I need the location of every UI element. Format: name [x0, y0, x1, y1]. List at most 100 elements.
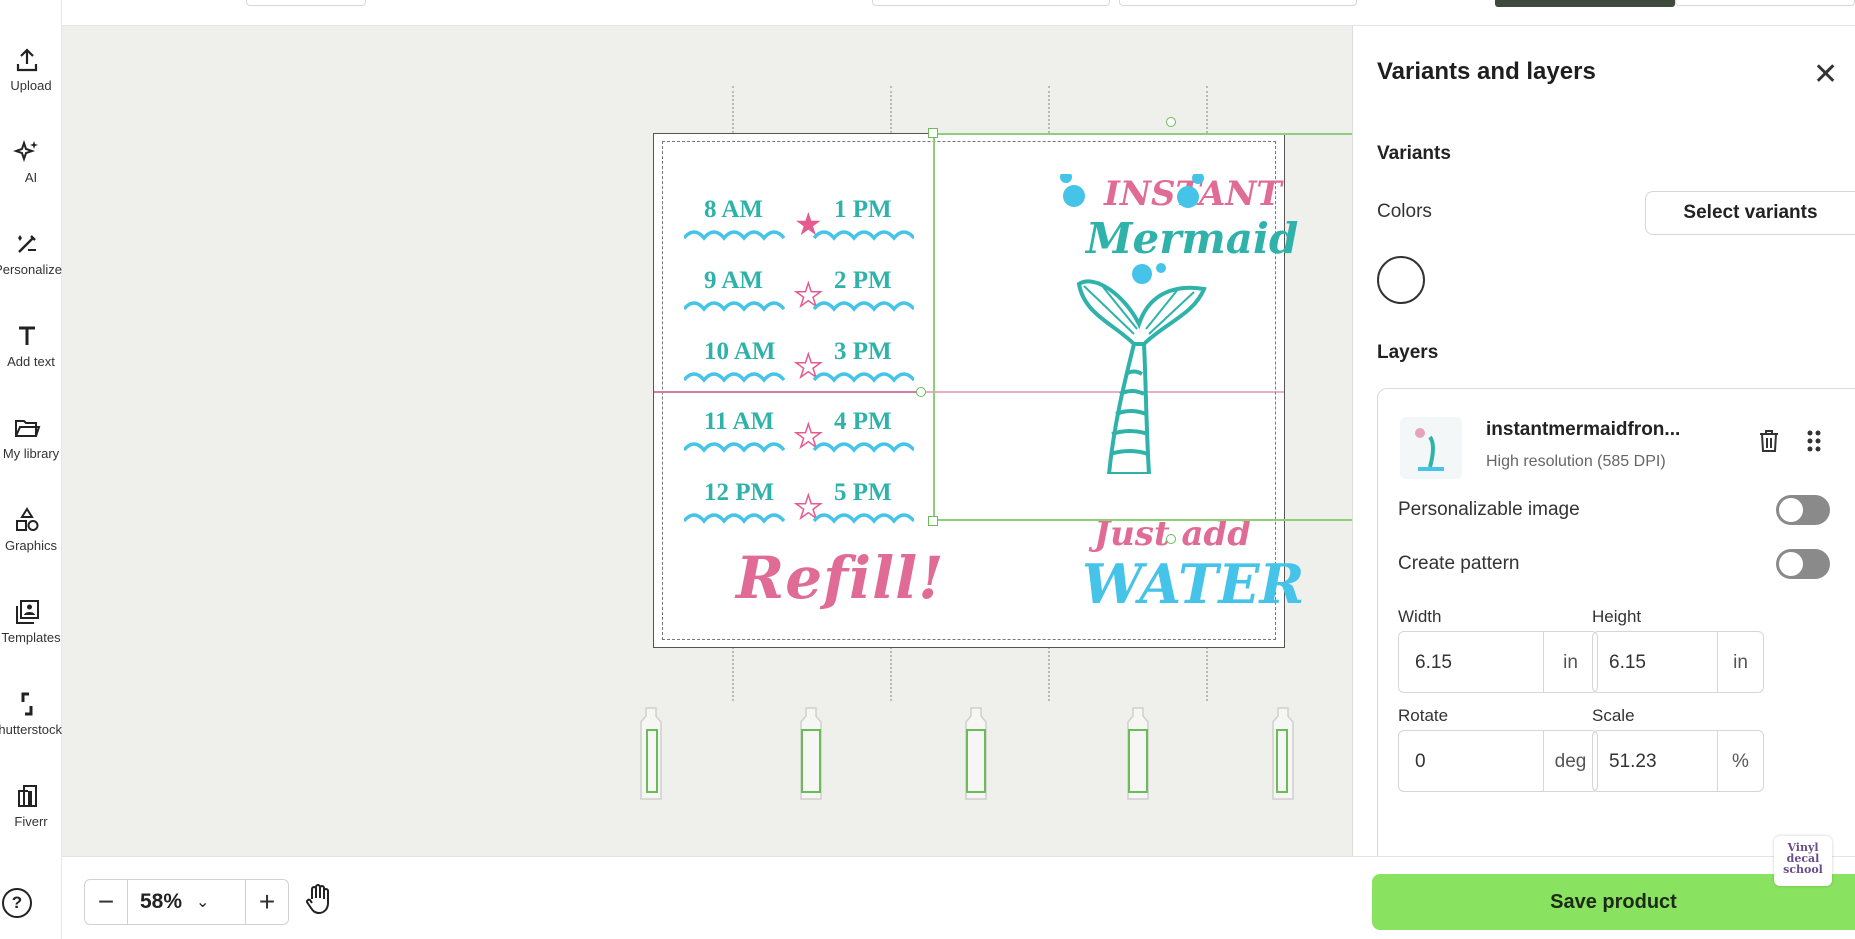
time-left: 11 AM [704, 408, 775, 435]
time-left: 12 PM [704, 479, 775, 506]
sidebar-item-upload[interactable]: Upload [0, 46, 62, 118]
wave-icon [684, 372, 914, 383]
top-tab-active[interactable] [1495, 0, 1675, 7]
width-label: Width [1398, 607, 1442, 626]
watermark-logo: Vinyl decal school [1774, 836, 1832, 886]
bottle-preview[interactable] [798, 706, 824, 801]
scale-value[interactable]: 51.23 [1593, 731, 1717, 791]
time-row: 11 AM 4 PM ★ [684, 408, 914, 458]
fiverr-icon [18, 785, 37, 807]
time-right: 5 PM [834, 479, 892, 506]
variants-layers-panel: Variants and layers ✕ Variants Colors Se… [1352, 26, 1855, 888]
left-sidebar: Upload AI Personalize Add text My librar… [0, 0, 62, 939]
height-field[interactable]: 6.15 in [1592, 631, 1764, 693]
resize-handle[interactable] [1166, 534, 1176, 544]
sidebar-item-shutterstock[interactable]: Shutterstock [0, 690, 62, 762]
bottle-preview[interactable] [1270, 706, 1296, 801]
sidebar-item-ai[interactable]: AI [0, 138, 62, 210]
design-canvas[interactable]: 8 AM 1 PM ★ 9 AM 2 PM ★ 10 AM 3 PM ★ 11 … [62, 26, 1366, 856]
bottle-preview[interactable] [638, 706, 664, 801]
resize-handle[interactable] [916, 387, 926, 397]
rotate-field[interactable]: 0 deg [1398, 730, 1598, 792]
sidebar-item-label: AI [24, 170, 38, 185]
sparkle-icon [13, 139, 38, 163]
zoom-control: − 58% ⌄ + [84, 879, 289, 925]
sidebar-item-label: Graphics [4, 538, 58, 553]
time-right: 3 PM [834, 338, 892, 365]
zoom-out-button[interactable]: − [85, 880, 127, 924]
top-toolbar [62, 0, 1855, 26]
layers-heading: Layers [1377, 342, 1439, 363]
sidebar-item-label: Fiverr [14, 814, 48, 829]
sidebar-item-add-text[interactable]: Add text [0, 322, 62, 394]
rotate-unit: deg [1543, 731, 1597, 791]
sidebar-item-templates[interactable]: Templates [0, 598, 62, 670]
bottom-bar: − 58% ⌄ + Save product [62, 856, 1855, 939]
width-unit: in [1543, 632, 1597, 692]
scale-field[interactable]: 51.23 % [1592, 730, 1764, 792]
templates-icon [16, 600, 39, 624]
mermaid-title-line4: WATER [1082, 552, 1305, 616]
bottle-preview[interactable] [1125, 706, 1151, 801]
wave-icon [684, 230, 914, 241]
zoom-value: 58% [140, 890, 183, 913]
bottle-preview[interactable] [963, 706, 989, 801]
sidebar-item-label: Templates [1, 630, 61, 645]
top-tab[interactable] [1675, 0, 1855, 6]
help-icon[interactable]: ? [2, 888, 32, 918]
top-control[interactable] [872, 0, 1110, 6]
rotate-handle[interactable] [1166, 117, 1176, 127]
watermark-line: school [1783, 863, 1823, 876]
scale-unit: % [1717, 731, 1763, 791]
layer-name: instantmermaidfron... [1486, 419, 1681, 440]
sidebar-item-personalize[interactable]: Personalize [0, 230, 62, 302]
layer-resolution: High resolution (585 DPI) [1486, 453, 1666, 470]
time-right: 4 PM [834, 408, 892, 435]
width-field[interactable]: 6.15 in [1398, 631, 1598, 693]
time-left: 9 AM [704, 267, 764, 294]
time-row: 8 AM 1 PM ★ [684, 196, 914, 246]
colors-label: Colors [1377, 201, 1432, 222]
layer-selection-box[interactable] [933, 133, 1353, 521]
width-value[interactable]: 6.15 [1399, 632, 1543, 692]
layer-card[interactable]: instantmermaidfron... High resolution (5… [1377, 388, 1855, 888]
sidebar-item-graphics[interactable]: Graphics [0, 506, 62, 578]
sidebar-item-my-library[interactable]: My library [0, 414, 62, 486]
rotate-value[interactable]: 0 [1399, 731, 1543, 791]
height-value[interactable]: 6.15 [1593, 632, 1717, 692]
sidebar-item-label: Add text [7, 354, 55, 369]
sidebar-item-label: Personalize [0, 262, 62, 277]
panel-title: Variants and layers [1377, 58, 1596, 85]
close-icon[interactable]: ✕ [1813, 60, 1838, 90]
wave-icon [684, 442, 914, 453]
personalize-icon [18, 235, 36, 253]
create-pattern-toggle[interactable] [1776, 549, 1830, 579]
resize-handle[interactable] [928, 128, 938, 138]
shapes-icon [16, 507, 39, 531]
sidebar-item-label: My library [2, 446, 60, 461]
app-root: Upload AI Personalize Add text My librar… [0, 0, 1855, 939]
zoom-select[interactable]: 58% ⌄ [127, 880, 246, 924]
refill-text: Refill! [736, 544, 945, 612]
color-swatch-white[interactable] [1377, 256, 1425, 304]
top-control[interactable] [1119, 0, 1357, 6]
wave-icon [684, 513, 914, 524]
layer-thumbnail [1400, 417, 1462, 479]
select-variants-button[interactable]: Select variants [1645, 191, 1855, 235]
time-right: 2 PM [834, 267, 892, 294]
time-left: 10 AM [704, 338, 776, 365]
trash-icon[interactable] [1758, 429, 1780, 453]
personalizable-toggle[interactable] [1776, 495, 1830, 525]
zoom-in-button[interactable]: + [246, 880, 288, 924]
rotate-label: Rotate [1398, 706, 1449, 725]
center-guide [654, 391, 922, 393]
resize-handle[interactable] [928, 516, 938, 526]
hand-tool-icon[interactable] [304, 883, 334, 915]
wave-icon [684, 301, 914, 312]
drag-handle-icon[interactable] [1806, 429, 1822, 453]
sidebar-item-fiverr[interactable]: Fiverr [0, 782, 62, 854]
time-right: 1 PM [834, 196, 892, 223]
scale-label: Scale [1592, 706, 1635, 725]
shutterstock-icon [21, 692, 33, 716]
top-control[interactable] [246, 0, 366, 6]
